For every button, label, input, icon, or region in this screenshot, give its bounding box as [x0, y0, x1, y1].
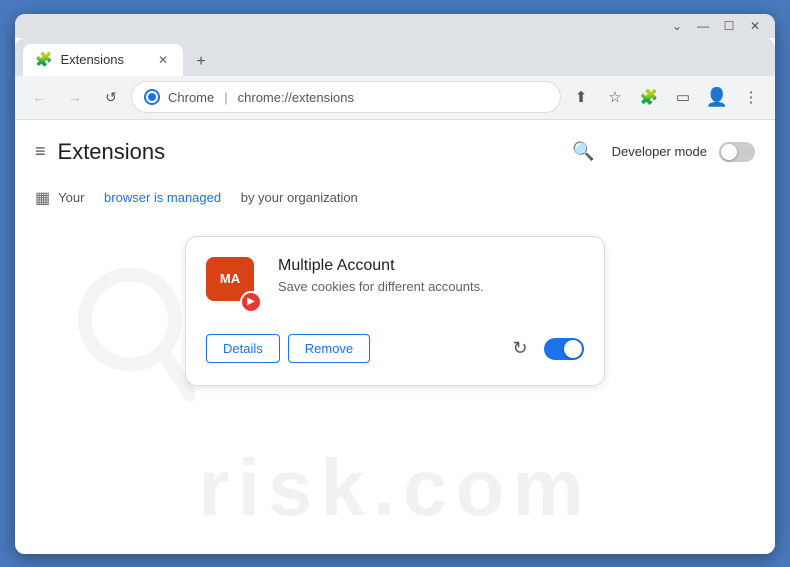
extension-name: Multiple Account: [278, 257, 584, 275]
remove-btn[interactable]: Remove: [288, 334, 370, 363]
star-icon: ☆: [608, 88, 621, 106]
sidebar-btn[interactable]: ▭: [667, 81, 699, 113]
tab-favicon: 🧩: [35, 51, 52, 68]
badge-icon: ▶: [247, 296, 255, 307]
share-icon: ⬆: [575, 88, 588, 106]
developer-mode-label: Developer mode: [612, 144, 707, 159]
managed-icon: ▦: [35, 188, 50, 208]
chevron-down-btn[interactable]: ⌄: [665, 14, 689, 38]
extension-icon-badge: ▶: [240, 291, 262, 313]
share-btn[interactable]: ⬆: [565, 81, 597, 113]
refresh-icon: ↻: [512, 338, 527, 359]
toolbar: ← → ↺ Chrome | chrome://extensions ⬆ ☆ 🧩: [15, 76, 775, 120]
sidebar-icon: ▭: [676, 88, 690, 106]
managed-text-before: Your: [58, 190, 84, 205]
bookmark-btn[interactable]: ☆: [599, 81, 631, 113]
card-container: MA ▶ Multiple Account Save cookies for d…: [15, 216, 775, 406]
page-content: risk.com ≡ Extensions 🔍 Developer mode ▦…: [15, 120, 775, 554]
managed-text-after: by your organization: [241, 190, 358, 205]
maximize-btn[interactable]: ☐: [717, 14, 741, 38]
profile-btn[interactable]: 👤: [701, 81, 733, 113]
extension-card: MA ▶ Multiple Account Save cookies for d…: [185, 236, 605, 386]
tab-title: Extensions: [60, 52, 147, 67]
tab-bar: 🧩 Extensions ✕ +: [15, 38, 775, 76]
watermark-text: risk.com: [198, 442, 591, 534]
reload-icon: ↺: [105, 89, 117, 106]
toggle-knob-blue: [564, 340, 582, 358]
site-favicon: [144, 89, 160, 105]
extension-toggle[interactable]: [544, 338, 584, 360]
refresh-btn[interactable]: ↻: [504, 333, 536, 365]
card-footer: Details Remove ↻: [206, 333, 584, 365]
extensions-btn[interactable]: 🧩: [633, 81, 665, 113]
extensions-header: ≡ Extensions 🔍 Developer mode: [15, 120, 775, 180]
search-icon: 🔍: [572, 141, 594, 162]
hamburger-btn[interactable]: ≡: [35, 141, 46, 162]
details-btn[interactable]: Details: [206, 334, 280, 363]
address-site-name: Chrome: [168, 90, 214, 105]
address-separator: |: [224, 90, 227, 105]
back-btn[interactable]: ←: [23, 81, 55, 113]
header-right: 🔍 Developer mode: [568, 136, 755, 168]
extensions-icon: 🧩: [640, 88, 659, 106]
forward-icon: →: [68, 89, 82, 105]
reload-btn[interactable]: ↺: [95, 81, 127, 113]
minimize-btn[interactable]: —: [691, 14, 715, 38]
toolbar-actions: ⬆ ☆ 🧩 ▭ 👤 ⋮: [565, 81, 767, 113]
toggle-knob: [721, 144, 737, 160]
extension-info: Multiple Account Save cookies for differ…: [278, 257, 584, 294]
menu-btn[interactable]: ⋮: [735, 81, 767, 113]
browser-window: ⌄ — ☐ ✕ 🧩 Extensions ✕ + ← → ↺ Chrome |: [15, 14, 775, 554]
tab-area: 🧩 Extensions ✕ +: [23, 38, 767, 76]
page-title: Extensions: [58, 139, 166, 165]
back-icon: ←: [32, 89, 46, 105]
header-left: ≡ Extensions: [35, 139, 165, 165]
menu-icon: ⋮: [744, 88, 759, 106]
extension-icon-letters: MA: [220, 271, 240, 286]
address-bar[interactable]: Chrome | chrome://extensions: [131, 81, 561, 113]
close-btn[interactable]: ✕: [743, 14, 767, 38]
forward-btn[interactable]: →: [59, 81, 91, 113]
managed-banner: ▦ Your browser is managed by your organi…: [15, 180, 775, 216]
extension-description: Save cookies for different accounts.: [278, 279, 584, 294]
profile-icon: 👤: [706, 87, 728, 108]
active-tab[interactable]: 🧩 Extensions ✕: [23, 44, 183, 76]
card-header: MA ▶ Multiple Account Save cookies for d…: [206, 257, 584, 313]
search-btn[interactable]: 🔍: [568, 136, 600, 168]
managed-link[interactable]: browser is managed: [104, 190, 221, 205]
developer-mode-toggle[interactable]: [719, 142, 755, 162]
titlebar-top: ⌄ — ☐ ✕: [15, 14, 775, 38]
extension-icon-wrapper: MA ▶: [206, 257, 262, 313]
address-url: chrome://extensions: [238, 90, 354, 105]
tab-close-btn[interactable]: ✕: [155, 52, 171, 68]
new-tab-btn[interactable]: +: [187, 48, 215, 76]
